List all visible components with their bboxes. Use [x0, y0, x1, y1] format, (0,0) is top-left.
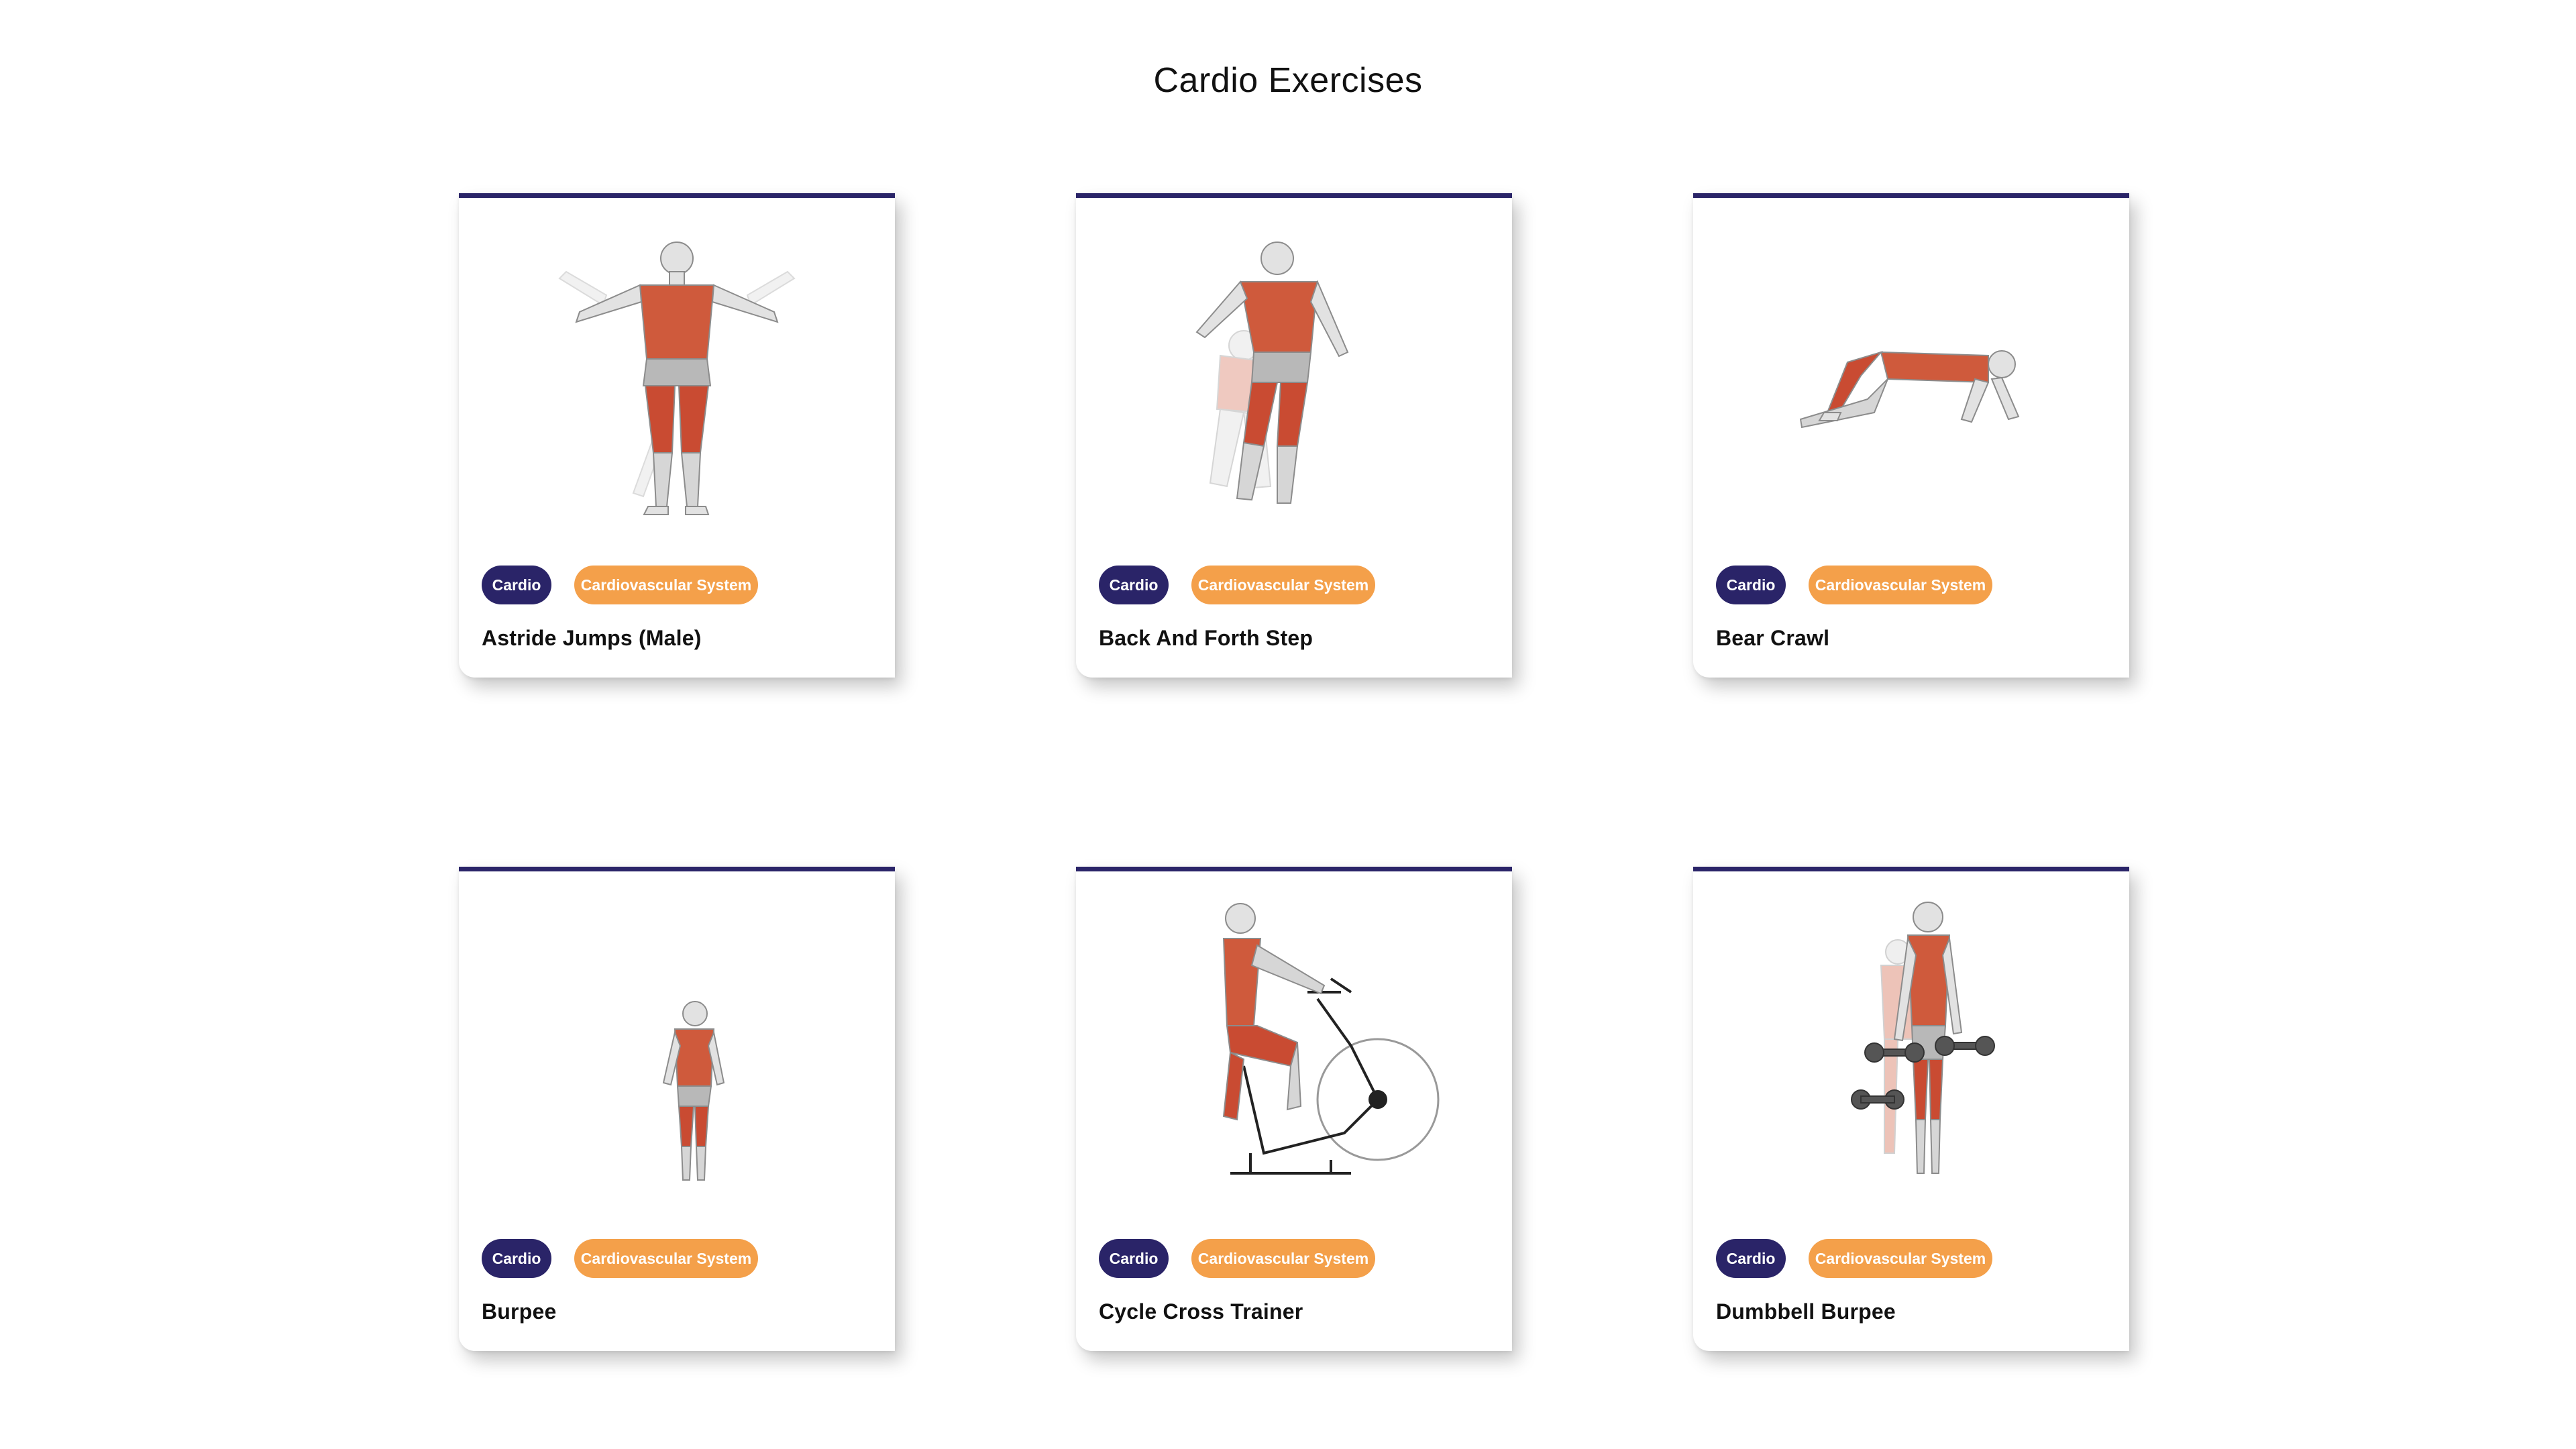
exercise-image[interactable] [1693, 892, 2129, 1200]
back-and-forth-step-figure [1195, 241, 1349, 504]
exercise-card-cycle-cross-trainer[interactable]: Cardio Cardiovascular System Cycle Cross… [1076, 867, 1512, 1351]
tag-cardiovascular-system[interactable]: Cardiovascular System [1191, 566, 1375, 604]
exercise-image[interactable] [1693, 218, 2129, 527]
exercise-image[interactable] [1076, 218, 1512, 527]
bear-crawl-figure [1799, 350, 2020, 429]
tag-cardio[interactable]: Cardio [1099, 566, 1169, 604]
exercise-card-back-and-forth-step[interactable]: Cardio Cardiovascular System Back And Fo… [1076, 193, 1512, 678]
burpee-figure [662, 1001, 725, 1181]
exercise-name[interactable]: Astride Jumps (Male) [482, 626, 702, 651]
exercise-image[interactable] [1076, 892, 1512, 1200]
tag-cardio[interactable]: Cardio [482, 566, 551, 604]
tag-cardiovascular-system[interactable]: Cardiovascular System [574, 1239, 758, 1278]
exercise-card-astride-jumps[interactable]: Cardio Cardiovascular System Astride Jum… [459, 193, 895, 678]
page-title: Cardio Exercises [1153, 61, 1423, 100]
exercise-name[interactable]: Burpee [482, 1299, 556, 1324]
tag-cardio[interactable]: Cardio [1716, 566, 1786, 604]
dumbbell-burpee-figure [1851, 902, 1995, 1174]
astride-jumps-figure [558, 241, 796, 515]
tag-cardiovascular-system[interactable]: Cardiovascular System [1809, 1239, 1992, 1278]
exercise-name[interactable]: Back And Forth Step [1099, 626, 1313, 651]
tag-cardiovascular-system[interactable]: Cardiovascular System [1809, 566, 1992, 604]
tag-cardio[interactable]: Cardio [1099, 1239, 1169, 1278]
exercise-image[interactable] [459, 218, 895, 527]
exercise-name[interactable]: Bear Crawl [1716, 626, 1829, 651]
exercise-name[interactable]: Dumbbell Burpee [1716, 1299, 1896, 1324]
cycle-cross-trainer-figure [1222, 903, 1440, 1175]
tag-cardiovascular-system[interactable]: Cardiovascular System [574, 566, 758, 604]
exercise-card-burpee[interactable]: Cardio Cardiovascular System Burpee [459, 867, 895, 1351]
exercise-name[interactable]: Cycle Cross Trainer [1099, 1299, 1303, 1324]
exercise-image[interactable] [459, 892, 895, 1200]
exercise-card-bear-crawl[interactable]: Cardio Cardiovascular System Bear Crawl [1693, 193, 2129, 678]
tag-cardio[interactable]: Cardio [1716, 1239, 1786, 1278]
exercise-card-dumbbell-burpee[interactable]: Cardio Cardiovascular System Dumbbell Bu… [1693, 867, 2129, 1351]
tag-cardio[interactable]: Cardio [482, 1239, 551, 1278]
tag-cardiovascular-system[interactable]: Cardiovascular System [1191, 1239, 1375, 1278]
